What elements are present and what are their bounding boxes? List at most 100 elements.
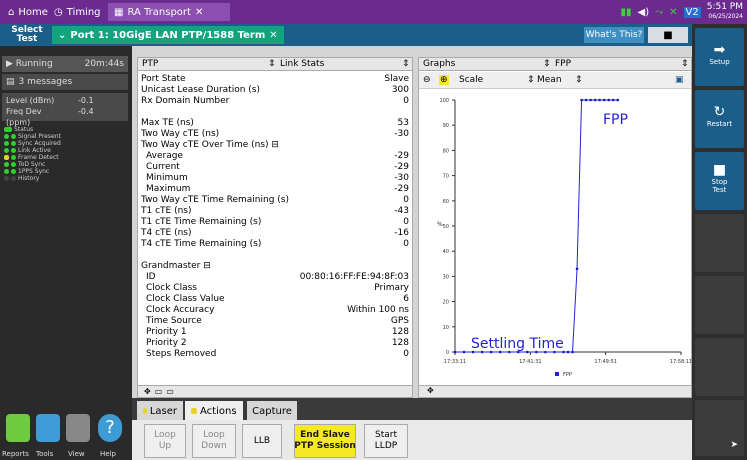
link-stats-dropdown[interactable]: Link Stats (280, 59, 324, 69)
tab-ra-transport[interactable]: ▦ RA Transport ✕ (108, 3, 230, 21)
status-led (143, 408, 147, 414)
signal-icon[interactable]: ▮▮ (621, 7, 632, 18)
tools-label[interactable]: Tools (36, 450, 53, 458)
stat-row: Port State Slave (138, 74, 412, 85)
llb-button[interactable]: LLB (242, 424, 282, 458)
empty-button-slot[interactable]: ➤ (695, 400, 744, 456)
help-icon[interactable]: ? (98, 414, 122, 442)
stop-test-button[interactable]: ■ Stop Test (695, 152, 744, 210)
y-tick-label: 100 (439, 98, 449, 104)
x-tick-label: 17:41:31 (519, 359, 541, 365)
data-point (616, 98, 620, 102)
port-tab[interactable]: ⌄ Port 1: 10GigE LAN PTP/1588 Term ✕ (52, 26, 284, 44)
stat-label: ID (146, 272, 156, 282)
stat-label: Two Way cTE (ns) (141, 129, 220, 139)
stat-label: T4 cTE Time Remaining (s) (141, 239, 262, 249)
stat-row: Two Way cTE Over Time (ns) ⊟ (138, 140, 412, 151)
loop-down-button[interactable]: Loop Down (192, 424, 236, 458)
status-row: Frame Detect (4, 154, 126, 161)
chevron-down-icon[interactable]: ⌄ (58, 30, 66, 41)
reports-label[interactable]: Reports (2, 450, 29, 458)
status-row: History (4, 175, 126, 182)
stat-value: 128 (391, 338, 409, 348)
empty-button-slot[interactable] (695, 338, 744, 396)
link-icon[interactable]: ⤳ (655, 7, 663, 18)
tab-home[interactable]: ⌂ Home (2, 3, 54, 21)
tab-laser[interactable]: Laser (137, 401, 183, 421)
whats-this-button[interactable]: What's This? (584, 27, 644, 43)
view-label[interactable]: View (68, 450, 85, 458)
settling-time-annotation: Settling Time (471, 336, 564, 352)
stat-row: Time Source GPS (138, 316, 412, 327)
close-icon[interactable]: ✕ (269, 30, 277, 41)
y-tick-label: 50 (443, 224, 449, 230)
ptp-dropdown[interactable]: PTP (142, 59, 158, 69)
start-lldp-button[interactable]: Start LLDP (364, 424, 408, 458)
select-test-button[interactable]: Select Test (5, 26, 49, 44)
y-tick-label: 30 (443, 274, 449, 280)
copy-icon[interactable]: ▭ (166, 387, 174, 396)
graph-panel-footer: ✥ (419, 385, 691, 397)
fpp-dropdown[interactable]: FPP (555, 59, 571, 69)
tools-icon[interactable] (36, 414, 60, 442)
mean-dropdown[interactable]: Mean (537, 75, 562, 85)
tools-icon[interactable]: ✕ (669, 7, 677, 18)
actions-bar: Loop Up Loop Down LLB End Slave PTP Sess… (132, 420, 692, 460)
stat-label: Priority 2 (146, 338, 187, 348)
end-slave-ptp-session-button[interactable]: End Slave PTP Session (294, 424, 356, 458)
setup-button[interactable]: ➡ Setup (695, 28, 744, 86)
camera-icon[interactable]: ■ (648, 27, 688, 43)
restart-button[interactable]: ↻ Restart (695, 90, 744, 148)
y-tick-label: 60 (443, 199, 449, 205)
stat-label: Current (146, 162, 180, 172)
stat-label: Port State (141, 74, 186, 84)
stat-value: Primary (374, 283, 409, 293)
chevron-icon: ⇕ (543, 59, 551, 69)
status-row: 1PPS Sync (4, 168, 126, 175)
close-icon[interactable]: ✕ (195, 7, 203, 18)
message-icon: ▤ (6, 77, 15, 87)
stat-value: 0 (403, 217, 409, 227)
stat-row: Two Way cTE (ns) -30 (138, 129, 412, 140)
copy-icon[interactable]: ▭ (155, 387, 163, 396)
stat-label: Time Source (146, 316, 202, 326)
view-icon[interactable] (66, 414, 90, 442)
empty-button-slot[interactable] (695, 276, 744, 334)
stat-row: T1 cTE Time Remaining (s) 0 (138, 217, 412, 228)
stat-value: 6 (403, 294, 409, 304)
top-bar: ⌂ Home ◷ Timing ▦ RA Transport ✕ ▮▮ ◀) ⤳… (0, 0, 747, 24)
stat-row (138, 107, 412, 118)
reports-icon[interactable] (6, 414, 30, 442)
status-row: Status (4, 126, 126, 133)
loop-up-button[interactable]: Loop Up (144, 424, 186, 458)
chevron-icon: ⇕ (268, 59, 276, 69)
v2-badge[interactable]: V2 (683, 6, 701, 18)
chevron-icon: ⇕ (681, 59, 689, 69)
timing-icon: ◷ (54, 6, 63, 18)
tab-timing[interactable]: ◷ Timing (48, 3, 107, 21)
stat-row: Minimum -30 (138, 173, 412, 184)
stat-value: 0 (403, 96, 409, 106)
graphs-dropdown[interactable]: Graphs (423, 59, 455, 69)
stat-value: Within 100 ns (347, 305, 409, 315)
zoom-in-icon[interactable]: ⊕ (439, 75, 449, 85)
save-icon[interactable]: ▣ (675, 75, 684, 85)
stat-row: Two Way cTE Time Remaining (s) 0 (138, 195, 412, 206)
scale-dropdown[interactable]: Scale (459, 75, 483, 85)
volume-icon[interactable]: ◀) (638, 7, 650, 18)
y-tick-label: 20 (443, 300, 449, 306)
running-indicator[interactable]: ▶ Running 20m:44s (2, 56, 128, 72)
stat-label: Grandmaster ⊟ (141, 261, 211, 271)
move-icon[interactable]: ✥ (144, 387, 151, 396)
messages-indicator[interactable]: ▤ 3 messages (2, 74, 128, 90)
tab-actions[interactable]: Actions (185, 401, 243, 421)
stat-row: Average -29 (138, 151, 412, 162)
help-label[interactable]: Help (100, 450, 116, 458)
bottom-tabs: Laser Actions Capture (137, 401, 297, 421)
empty-button-slot[interactable] (695, 214, 744, 272)
zoom-out-icon[interactable]: ⊖ (423, 75, 431, 85)
tab-capture[interactable]: Capture (247, 401, 297, 421)
bottom-nav: ? Reports Tools View Help (0, 410, 132, 460)
stat-row: Clock Class Value 6 (138, 294, 412, 305)
move-icon[interactable]: ✥ (427, 386, 434, 395)
